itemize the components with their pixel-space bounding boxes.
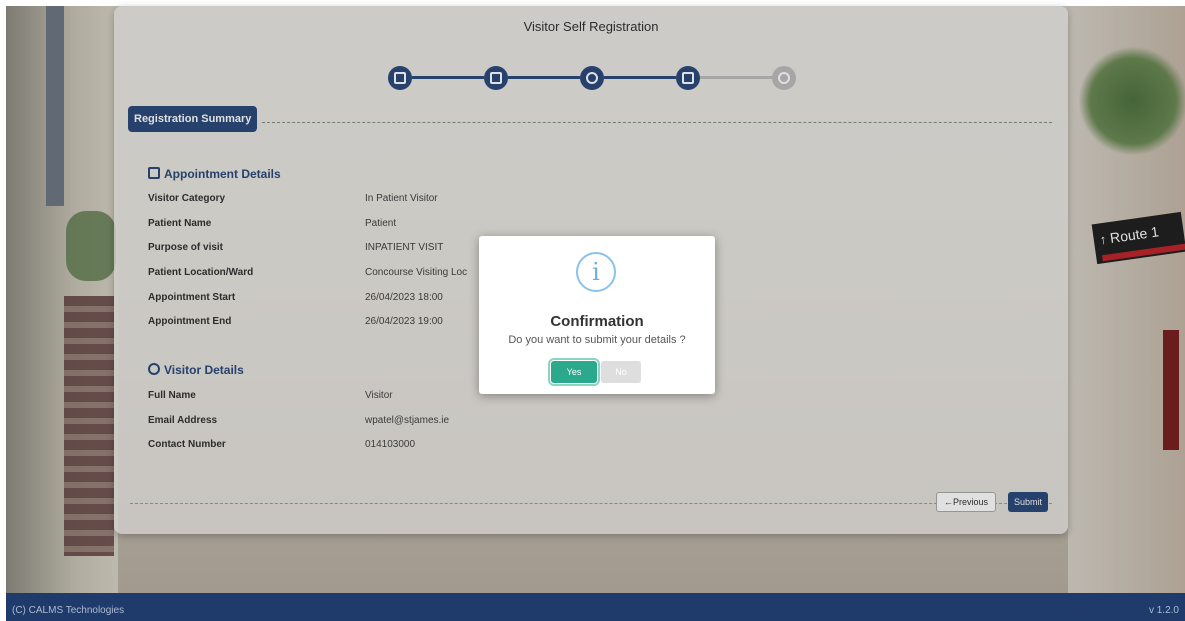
- dialog-message: Do you want to submit your details ?: [508, 334, 686, 346]
- confirmation-dialog: i Confirmation Do you want to submit you…: [479, 236, 715, 394]
- page-footer: (C) CALMS Technologies v 1.2.0: [6, 593, 1185, 621]
- yes-button[interactable]: Yes: [548, 358, 600, 386]
- footer-copyright: (C) CALMS Technologies: [12, 605, 125, 616]
- info-icon: i: [576, 252, 616, 292]
- footer-version: v 1.2.0: [1148, 605, 1179, 616]
- no-button[interactable]: No: [601, 361, 641, 383]
- dialog-title: Confirmation: [550, 313, 644, 330]
